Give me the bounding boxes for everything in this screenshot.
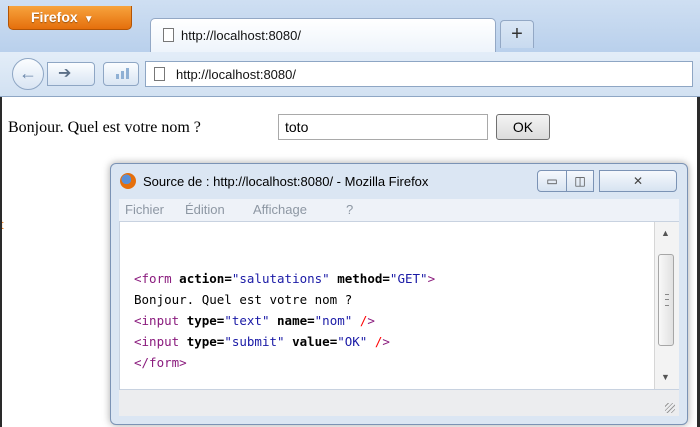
tab-localhost[interactable]: http://localhost:8080/ (150, 18, 496, 52)
source-menu-bar: Fichier Édition Affichage ? (119, 199, 679, 222)
navigation-bar: ← ➔ http://localhost:8080/ (0, 52, 700, 97)
page-icon (163, 28, 174, 42)
back-button[interactable]: ← (12, 58, 44, 90)
scroll-up-icon[interactable]: ▲ (661, 228, 670, 238)
grip-icon (665, 294, 669, 306)
code-line: Bonjour. Quel est votre nom ? (134, 292, 353, 307)
menu-file[interactable]: Fichier (125, 202, 164, 217)
forward-button[interactable]: ➔ (47, 62, 95, 86)
name-prompt: Bonjour. Quel est votre nom ? (8, 119, 201, 136)
page-icon (154, 67, 165, 81)
bars-button[interactable] (103, 62, 139, 86)
close-icon: ✕ (632, 174, 644, 188)
firefox-menu-arrow-icon: ▼ (83, 14, 94, 25)
source-status-bar (119, 389, 679, 416)
maximize-button[interactable]: ◫ (566, 170, 594, 192)
code-line: <form action="salutations" method="GET"> (134, 271, 436, 286)
firefox-menu-button[interactable]: Firefox ▼ (8, 6, 132, 30)
source-window-title: Source de : http://localhost:8080/ - Moz… (143, 174, 429, 189)
scroll-thumb[interactable] (658, 254, 674, 346)
source-code-pane: <form action="salutations" method="GET">… (119, 222, 655, 389)
forward-icon: ➔ (58, 65, 72, 82)
minimize-button[interactable]: ▭ (537, 170, 567, 192)
window-edge-left (0, 97, 2, 427)
back-icon: ← (19, 63, 37, 83)
scroll-down-icon[interactable]: ▼ (661, 372, 670, 382)
url-text: http://localhost:8080/ (176, 67, 296, 82)
bars-icon (121, 71, 124, 79)
view-source-window: Source de : http://localhost:8080/ - Moz… (110, 163, 688, 425)
code-line: </form> (134, 355, 187, 370)
menu-help[interactable]: ? (346, 202, 353, 217)
vertical-scrollbar[interactable]: ▲ ▼ (654, 222, 679, 389)
menu-view[interactable]: Affichage (253, 202, 307, 217)
close-button[interactable]: ✕ (599, 170, 677, 192)
name-input[interactable]: toto (278, 114, 488, 140)
new-tab-button[interactable]: + (500, 20, 534, 48)
menu-edit[interactable]: Édition (185, 202, 225, 217)
resize-grip-icon[interactable] (665, 403, 675, 413)
tab-title: http://localhost:8080/ (181, 28, 301, 43)
code-line: <input type="submit" value="OK" /> (134, 334, 390, 349)
ok-button[interactable]: OK (496, 114, 550, 140)
maximize-icon: ◫ (574, 174, 586, 188)
bars-icon (126, 68, 129, 79)
firefox-menu-label: Firefox (31, 9, 78, 25)
bars-icon (116, 74, 119, 79)
tab-strip: Firefox ▼ http://localhost:8080/ + (0, 0, 700, 53)
minimize-icon: ▭ (546, 174, 558, 188)
firefox-logo-icon (120, 173, 136, 189)
code-line: <input type="text" name="nom" /> (134, 313, 375, 328)
source-code: <form action="salutations" method="GET">… (134, 268, 435, 373)
url-bar[interactable]: http://localhost:8080/ (145, 61, 693, 87)
